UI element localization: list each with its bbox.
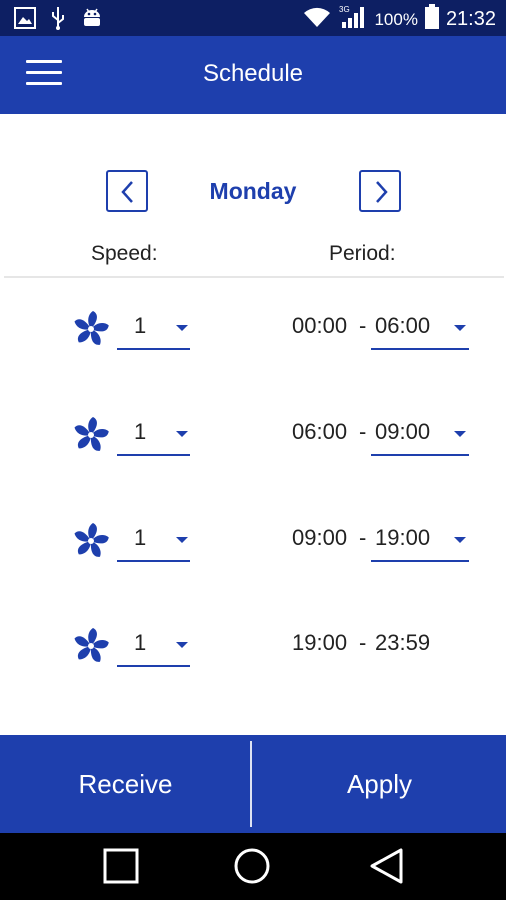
period-start: 09:00 — [292, 525, 348, 550]
header-divider — [4, 276, 504, 278]
speed-dropdown[interactable]: 1 — [117, 300, 190, 350]
wifi-icon — [302, 5, 332, 34]
speed-dropdown[interactable]: 1 — [117, 617, 190, 667]
speed-value: 1 — [134, 313, 147, 338]
day-label: Monday — [209, 178, 297, 204]
dropdown-arrow-icon — [176, 537, 188, 543]
period-end-value: 23:59 — [375, 630, 431, 655]
schedule-row: 1 09:00 - 19:00 — [0, 512, 506, 572]
dropdown-arrow-icon — [454, 325, 466, 331]
apply-button[interactable]: Apply — [253, 735, 506, 833]
period-start: 19:00 — [292, 630, 348, 655]
schedule-row: 1 06:00 - 09:00 — [0, 406, 506, 466]
period-end-dropdown[interactable]: 09:00 — [371, 406, 469, 456]
chevron-left-icon — [121, 181, 133, 203]
status-bar: 3G 100% 21:32 — [0, 0, 506, 36]
period-end-dropdown[interactable]: 19:00 — [371, 512, 469, 562]
fan-icon — [72, 522, 110, 565]
period-separator: - — [359, 419, 367, 444]
android-icon — [80, 6, 104, 35]
period-start: 06:00 — [292, 419, 348, 444]
speed-column-header: Speed: — [91, 242, 158, 265]
fan-icon — [72, 627, 110, 670]
page-title: Schedule — [202, 60, 304, 87]
period-start: 00:00 — [292, 313, 348, 338]
back-triangle-icon[interactable] — [368, 847, 406, 890]
action-bar: Receive Apply — [0, 735, 506, 833]
usb-icon — [50, 6, 66, 35]
speed-value: 1 — [134, 419, 147, 444]
receive-button[interactable]: Receive — [0, 735, 251, 833]
battery-percent: 100% — [374, 9, 418, 29]
recents-square-icon[interactable] — [102, 847, 140, 890]
previous-day-button[interactable] — [106, 170, 148, 212]
clock: 21:32 — [445, 8, 496, 30]
app-bar: Schedule — [0, 36, 506, 114]
speed-dropdown[interactable]: 1 — [117, 512, 190, 562]
dropdown-arrow-icon — [176, 431, 188, 437]
period-end-value: 19:00 — [375, 525, 431, 550]
speed-dropdown[interactable]: 1 — [117, 406, 190, 456]
fan-icon — [72, 416, 110, 459]
period-separator: - — [359, 525, 367, 550]
schedule-row: 1 00:00 - 06:00 — [0, 300, 506, 360]
dropdown-arrow-icon — [454, 431, 466, 437]
home-circle-icon[interactable] — [233, 847, 271, 890]
signal-icon: 3G — [338, 4, 368, 35]
image-icon — [14, 7, 36, 34]
schedule-row: 1 19:00 - 23:59 — [0, 617, 506, 677]
chevron-right-icon — [376, 181, 388, 203]
period-end-dropdown[interactable]: 06:00 — [371, 300, 469, 350]
system-navigation-bar — [0, 833, 506, 900]
dropdown-arrow-icon — [454, 537, 466, 543]
period-column-header: Period: — [329, 242, 396, 265]
speed-value: 1 — [134, 630, 147, 655]
svg-text:3G: 3G — [339, 5, 350, 14]
period-end-value: 09:00 — [375, 419, 431, 444]
period-separator: - — [359, 630, 367, 655]
battery-icon — [424, 4, 440, 35]
speed-value: 1 — [134, 525, 147, 550]
dropdown-arrow-icon — [176, 325, 188, 331]
fan-icon — [72, 310, 110, 353]
dropdown-arrow-icon — [176, 642, 188, 648]
period-separator: - — [359, 313, 367, 338]
period-end-value: 06:00 — [375, 313, 431, 338]
button-divider — [250, 741, 252, 827]
next-day-button[interactable] — [359, 170, 401, 212]
